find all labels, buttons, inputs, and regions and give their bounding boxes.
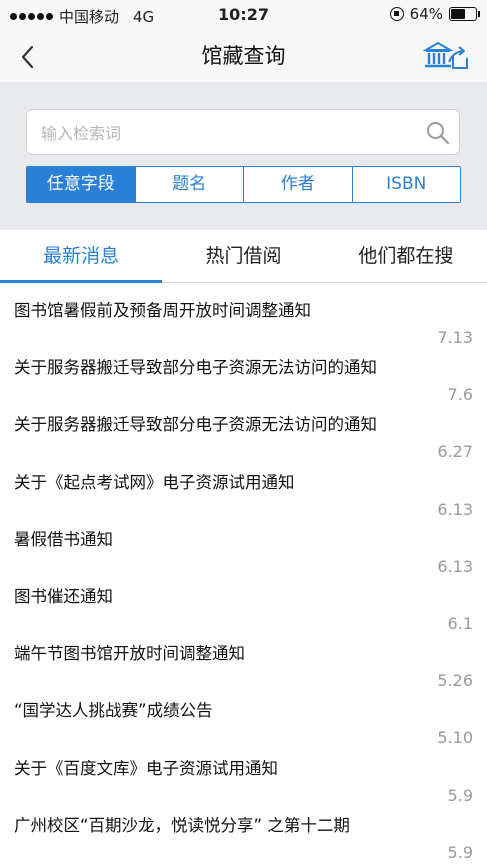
list-item[interactable]: “国学达人挑战赛”成绩公告 5.10 (0, 683, 487, 747)
search-field-option[interactable]: ISBN (352, 167, 460, 202)
battery-percent: 64% (409, 5, 443, 23)
news-title: 端午节图书馆开放时间调整通知 (14, 644, 245, 664)
news-title: 关于服务器搬迁导致部分电子资源无法访问的通知 (14, 415, 377, 435)
list-item[interactable]: 关于服务器搬迁导致部分电子资源无法访问的通知 6.27 (0, 397, 487, 461)
status-bar: 中国移动 4G 10:27 64% (0, 0, 487, 30)
list-item[interactable]: 图书馆暑假前及预备周开放时间调整通知 7.13 (0, 283, 487, 347)
search-field-option[interactable]: 作者 (244, 167, 353, 202)
search-field-option[interactable]: 任意字段 (27, 167, 136, 202)
search-field-selector: 任意字段 题名 作者 ISBN (26, 166, 461, 203)
tab-popular-loans[interactable]: 热门借阅 (162, 230, 324, 282)
list-item[interactable]: 关于服务器搬迁导致部分电子资源无法访问的通知 7.6 (0, 340, 487, 404)
news-title: 关于《起点考试网》电子资源试用通知 (14, 472, 295, 492)
news-title: 关于服务器搬迁导致部分电子资源无法访问的通知 (14, 358, 377, 378)
status-right: 64% (389, 5, 480, 23)
news-title: 暑假借书通知 (14, 529, 113, 549)
page-title: 馆藏查询 (201, 44, 286, 68)
list-item[interactable]: 端午节图书馆开放时间调整通知 5.26 (0, 626, 487, 690)
list-item[interactable]: 关于《起点考试网》电子资源试用通知 6.13 (0, 455, 487, 519)
search-field-option[interactable]: 题名 (135, 167, 244, 202)
search-box (26, 109, 460, 155)
library-building-icon (422, 41, 468, 69)
rotation-lock-icon (389, 7, 404, 21)
tab-trending-searches[interactable]: 他们都在搜 (325, 230, 487, 282)
search-section: 任意字段题名作者ISBN (0, 82, 487, 230)
search-input[interactable] (39, 118, 413, 148)
news-title: 图书馆暑假前及预备周开放时间调整通知 (14, 301, 311, 320)
list-item[interactable]: 暑假借书通知 6.13 (0, 512, 487, 576)
library-share-button[interactable] (422, 40, 471, 72)
battery-icon (449, 7, 480, 21)
list-item[interactable]: 图书催还通知 6.1 (0, 569, 487, 633)
news-title: 图书催还通知 (14, 586, 113, 606)
news-title: “国学达人挑战赛”成绩公告 (14, 701, 213, 721)
search-icon[interactable] (425, 120, 451, 146)
list-item[interactable]: 关于《百度文库》电子资源试用通知 5.9 (0, 741, 487, 805)
tab-latest-news[interactable]: 最新消息 (0, 230, 163, 283)
news-date: 5.9 (447, 842, 473, 862)
news-title: 广州校区“百期沙龙，悦读悦分享” 之第十二期 (14, 815, 350, 835)
news-title: 关于《百度文库》电子资源试用通知 (14, 758, 278, 778)
nav-bar: 馆藏查询 (0, 30, 487, 82)
news-list: 图书馆暑假前及预备周开放时间调整通知 7.13 关于服务器搬迁导致部分电子资源无法访… (0, 283, 487, 862)
news-tabs: 最新消息 热门借阅 他们都在搜 (0, 230, 487, 283)
list-item[interactable]: 广州校区“百期沙龙，悦读悦分享” 之第十二期 5.9 (0, 798, 487, 862)
